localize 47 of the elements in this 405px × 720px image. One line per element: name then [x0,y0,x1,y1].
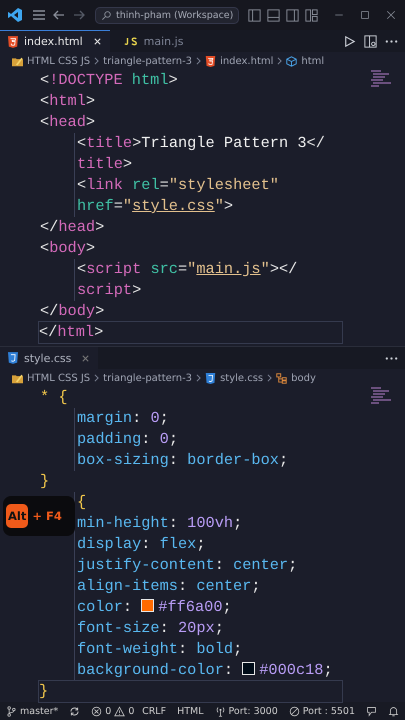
editor-tab[interactable]: main.js [116,30,192,52]
code-line: <title>Triangle Pattern 3</ [74,133,325,154]
code-line: title> [74,154,132,175]
code-line: box-sizing: border-box; [74,450,288,471]
code-line: * { [40,387,68,408]
breadcrumb-item[interactable]: HTML CSS JS [27,56,90,66]
branch-label[interactable]: master* [20,706,58,716]
code-line: display: flex; [74,534,206,555]
code-line: justify-content: center; [74,555,298,576]
code-line: <head> [40,112,96,133]
breadcrumb-item[interactable]: triangle-pattern-3 [103,372,192,384]
server-port[interactable]: Port : 5501 [302,706,355,716]
warning-count[interactable]: 0 [128,706,134,716]
code-line: font-weight: bold; [74,639,242,660]
breadcrumb-item[interactable]: triangle-pattern-3 [103,56,192,66]
code-line: <html> [40,91,96,112]
breadcrumb-item[interactable]: body [291,372,316,384]
code-line: <!DOCTYPE html> [40,70,178,91]
live-server-port[interactable]: Port: 3000 [228,706,278,716]
code-line: </head> [40,217,104,238]
code-line: color: #ff6a00; [74,597,232,618]
code-line: href="style.css"> [74,196,234,217]
line-ending[interactable]: CRLF [142,706,166,716]
error-count[interactable]: 0 [105,706,112,716]
breadcrumb-item[interactable]: html [301,56,324,66]
code-line: <script src="main.js"></ [74,259,298,280]
code-line: } [39,681,342,702]
code-line: script> [74,280,142,301]
breadcrumb-item[interactable]: HTML CSS JS [27,372,90,384]
key-combination: + F4 [32,509,62,523]
code-line: padding: 0; [74,429,178,450]
editor-tab[interactable]: style.css [0,347,98,369]
code-line: background-color: #000c18; [74,660,333,681]
breadcrumb-item[interactable]: style.css [220,372,264,384]
code-line: <body> [40,238,96,259]
breadcrumb-item[interactable]: index.html [220,56,274,66]
editor-tab[interactable]: index.html [0,30,110,52]
code-line: margin: 0; [74,408,169,429]
language-mode[interactable]: HTML [177,706,204,716]
code-line: font-size: 20px; [74,618,224,639]
code-line: align-items: center; [74,576,261,597]
code-line: <link rel="stylesheet" [74,175,279,196]
command-search-field[interactable]: thinh-pham (Workspace) [95,6,240,24]
key-label: Alt [6,504,28,528]
code-line: </body> [40,301,104,322]
code-line: } [40,471,50,492]
code-line: </html> [39,322,342,343]
